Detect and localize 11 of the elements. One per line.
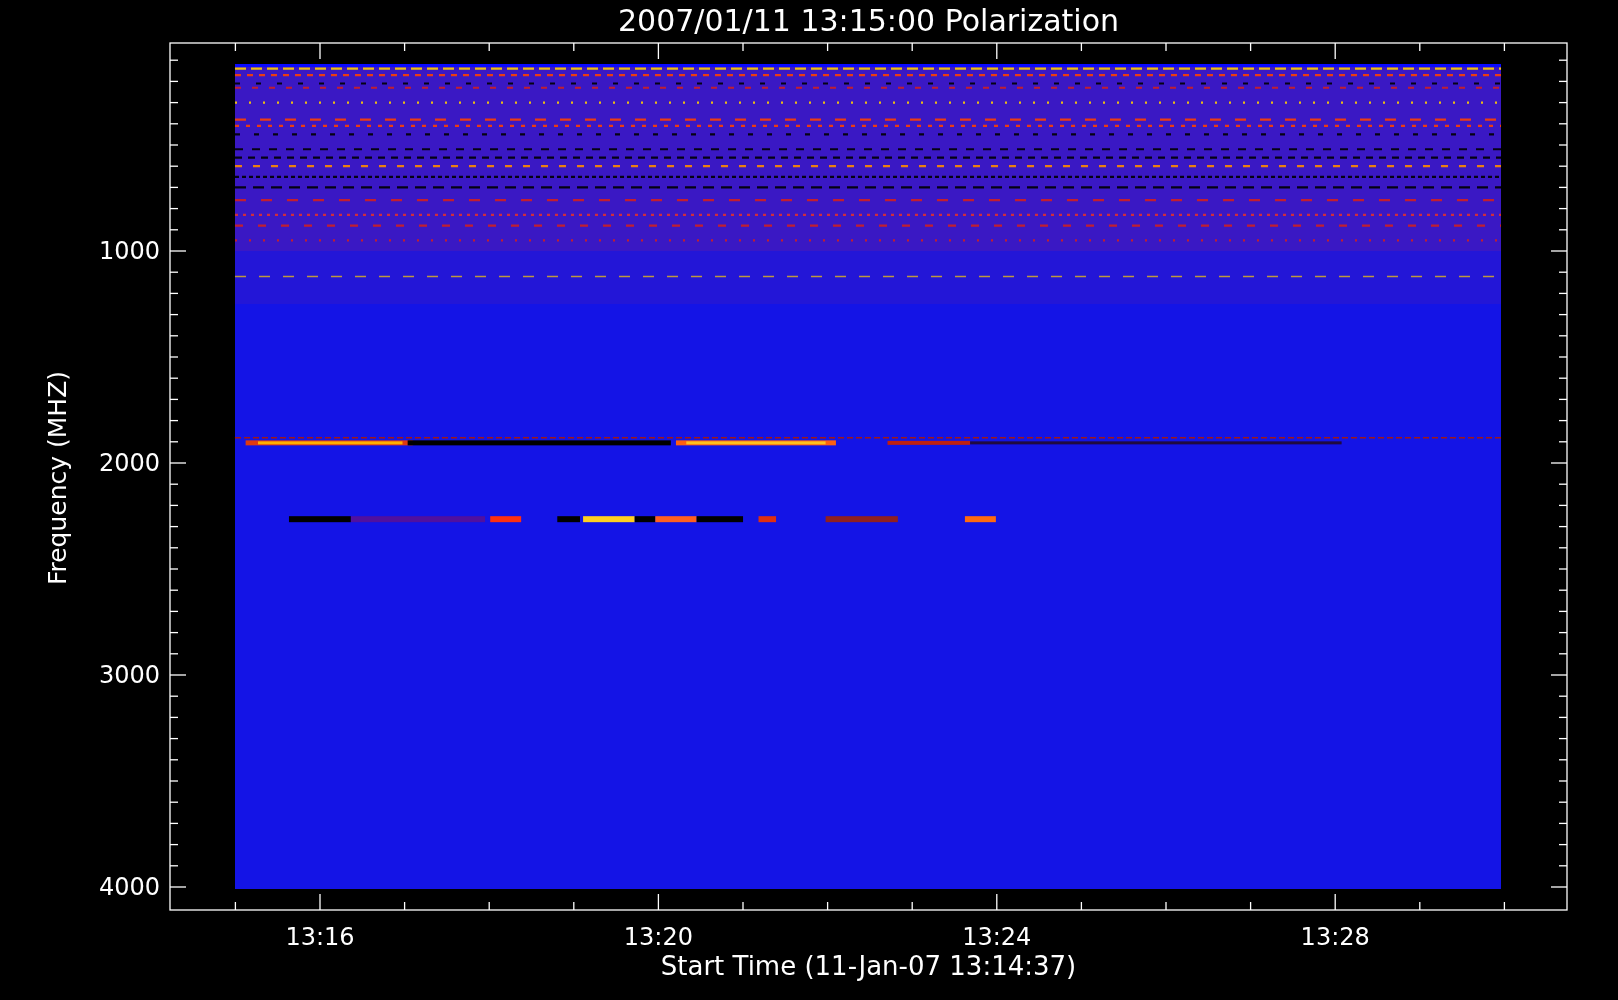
- axis-tick-label: 13:28: [1300, 923, 1370, 951]
- axis-tick-label: 2000: [98, 449, 160, 477]
- axis-tick-label: 1000: [98, 237, 160, 265]
- axis-tick-label: 4000: [98, 873, 160, 901]
- axis-title: Start Time (11-Jan-07 13:14:37): [660, 951, 1077, 981]
- axis-title: Frequency (MHZ): [42, 370, 72, 586]
- axis-tick-label: 13:16: [285, 923, 355, 951]
- axis-tick-label: 13:24: [962, 923, 1032, 951]
- axis-tick-label: 3000: [98, 661, 160, 689]
- axis-tick-label: 13:20: [623, 923, 693, 951]
- plot-title: 2007/01/11 13:15:00 Polarization: [617, 2, 1120, 38]
